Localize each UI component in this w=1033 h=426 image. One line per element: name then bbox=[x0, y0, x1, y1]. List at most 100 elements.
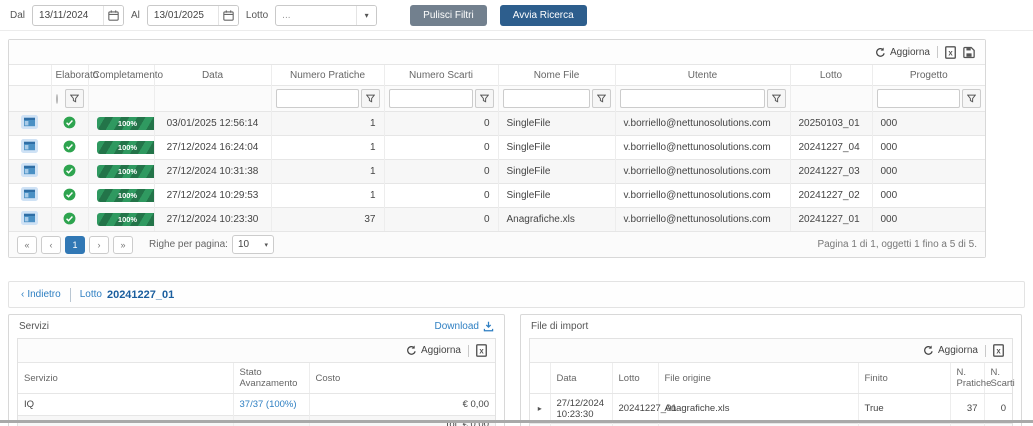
calendar-icon[interactable] bbox=[218, 5, 238, 26]
cell-nome-file: SingleFile bbox=[498, 184, 615, 208]
open-detail-button[interactable] bbox=[21, 139, 38, 153]
pager-first-button[interactable]: « bbox=[17, 236, 37, 254]
back-link[interactable]: ‹ Indietro bbox=[21, 289, 61, 300]
cell-scarti: 0 bbox=[384, 112, 498, 136]
servizi-toolbar: Aggiorna x bbox=[18, 339, 495, 362]
utente-filter-input[interactable] bbox=[620, 89, 765, 108]
filter-funnel-icon[interactable] bbox=[767, 89, 786, 108]
open-detail-button[interactable] bbox=[21, 187, 38, 201]
clear-filters-button[interactable]: Pulisci Filtri bbox=[410, 5, 487, 26]
cell-progetto: 000 bbox=[872, 112, 985, 136]
import-toolbar: Aggiorna x bbox=[530, 339, 1012, 362]
export-excel-icon[interactable]: x bbox=[993, 344, 1004, 357]
cell-scarti: 0 bbox=[384, 208, 498, 232]
export-excel-icon[interactable]: x bbox=[945, 46, 956, 59]
filter-funnel-icon[interactable] bbox=[65, 89, 84, 108]
refresh-icon bbox=[406, 345, 417, 356]
filter-funnel-icon[interactable] bbox=[962, 89, 981, 108]
svg-text:x: x bbox=[479, 347, 484, 356]
table-row: 100% 27/12/2024 10:31:38 1 0 SingleFile … bbox=[9, 160, 985, 184]
open-detail-button[interactable] bbox=[21, 163, 38, 177]
rows-per-page-label: Righe per pagina: bbox=[149, 239, 228, 250]
download-icon bbox=[483, 321, 494, 332]
date-to-input[interactable] bbox=[148, 10, 218, 21]
search-button[interactable]: Avvia Ricerca bbox=[500, 5, 587, 26]
cell-scarti: 0 bbox=[384, 184, 498, 208]
header-row: Elaborato Completamento Data Numero Prat… bbox=[9, 65, 985, 86]
col-stato-avanzamento: Stato Avanzamento bbox=[233, 363, 309, 394]
results-card: Aggiorna x Elaborato Completamento Data … bbox=[8, 39, 986, 258]
expand-row-icon[interactable]: ▸ bbox=[538, 404, 542, 413]
cell-progetto: 000 bbox=[872, 208, 985, 232]
filter-funnel-icon[interactable] bbox=[475, 89, 494, 108]
col-data: Data bbox=[154, 65, 271, 86]
lotto-detail-value: 20241227_01 bbox=[107, 289, 174, 301]
pager-last-button[interactable]: » bbox=[113, 236, 133, 254]
processed-check-icon bbox=[63, 145, 76, 156]
nome-file-filter-input[interactable] bbox=[503, 89, 590, 108]
progetto-filter-input[interactable] bbox=[877, 89, 961, 108]
calendar-icon[interactable] bbox=[103, 5, 123, 26]
filter-funnel-icon[interactable] bbox=[592, 89, 611, 108]
processed-check-icon bbox=[63, 193, 76, 204]
cell-nome-file: Anagrafiche.xls bbox=[498, 208, 615, 232]
col-lotto: Lotto bbox=[790, 65, 872, 86]
completion-progressbar: 100% bbox=[97, 213, 155, 226]
refresh-button[interactable]: Aggiorna bbox=[923, 345, 978, 356]
numero-scarti-filter-input[interactable] bbox=[389, 89, 473, 108]
lotto-combobox-value: ... bbox=[276, 10, 296, 21]
col-costo: Costo bbox=[309, 363, 495, 394]
servizi-title: Servizi bbox=[19, 321, 49, 332]
save-export-icon[interactable] bbox=[963, 46, 975, 59]
cell-lotto: 20241227_01 bbox=[790, 208, 872, 232]
lotto-combobox[interactable]: ... ▾ bbox=[275, 5, 377, 26]
cell-lotto: 20250103_01 bbox=[790, 112, 872, 136]
cell-progetto: 000 bbox=[872, 136, 985, 160]
cell-nome-file: SingleFile bbox=[498, 112, 615, 136]
pager-prev-button[interactable]: ‹ bbox=[41, 236, 61, 254]
pager-next-button[interactable]: › bbox=[89, 236, 109, 254]
open-detail-button[interactable] bbox=[21, 211, 38, 225]
refresh-button[interactable]: Aggiorna bbox=[406, 345, 461, 356]
cell-data: 27/12/2024 16:24:04 bbox=[154, 136, 271, 160]
col-numero-scarti: Numero Scarti bbox=[384, 65, 498, 86]
table-row: 100% 27/12/2024 16:24:04 1 0 SingleFile … bbox=[9, 136, 985, 160]
pager-page-button[interactable]: 1 bbox=[65, 236, 85, 254]
cell-data: 27/12/2024 10:23:30 bbox=[550, 394, 612, 424]
col-progetto: Progetto bbox=[872, 65, 985, 86]
rows-per-page-select[interactable]: 10 ▾ bbox=[232, 235, 274, 254]
servizi-table: Servizio Stato Avanzamento Costo IQ 37/3… bbox=[18, 362, 495, 426]
export-excel-icon[interactable]: x bbox=[476, 344, 487, 357]
cell-data: 27/12/2024 10:23:30 bbox=[154, 208, 271, 232]
lotto-label: Lotto bbox=[246, 10, 268, 21]
table-row: 100% 27/12/2024 10:23:30 37 0 Anagrafich… bbox=[9, 208, 985, 232]
filter-funnel-icon[interactable] bbox=[361, 89, 380, 108]
file-import-panel: File di import Aggiorna x bbox=[520, 314, 1022, 426]
processed-check-icon bbox=[63, 217, 76, 228]
numero-pratiche-filter-input[interactable] bbox=[276, 89, 359, 108]
header-row: Data Lotto File origine Finito N. Pratic… bbox=[530, 363, 1012, 394]
cell-utente: v.borriello@nettunosolutions.com bbox=[615, 136, 790, 160]
import-table: Data Lotto File origine Finito N. Pratic… bbox=[530, 362, 1012, 426]
results-toolbar: Aggiorna x bbox=[9, 40, 985, 64]
col-data: Data bbox=[550, 363, 612, 394]
cell-costo: € 0,00 bbox=[309, 394, 495, 416]
col-finito: Finito bbox=[858, 363, 950, 394]
download-link[interactable]: Download bbox=[435, 321, 494, 332]
cell-servizio: IQ bbox=[18, 394, 233, 416]
cell-pratiche: 1 bbox=[271, 112, 384, 136]
stato-avanzamento-link[interactable]: 37/37 (100%) bbox=[240, 399, 297, 410]
open-detail-button[interactable] bbox=[21, 115, 38, 129]
chevron-down-icon[interactable]: ▾ bbox=[356, 5, 376, 26]
cell-n-scarti: 0 bbox=[984, 394, 1012, 424]
date-from-input[interactable] bbox=[33, 10, 103, 21]
col-file-origine: File origine bbox=[658, 363, 858, 394]
refresh-button[interactable]: Aggiorna bbox=[875, 47, 930, 58]
col-nome-file: Nome File bbox=[498, 65, 615, 86]
table-row: ▸ 27/12/2024 10:23:30 20241227_01 Anagra… bbox=[530, 394, 1012, 424]
detail-panels: Servizi Download Aggiorna x bbox=[8, 314, 1025, 426]
header-row: Servizio Stato Avanzamento Costo bbox=[18, 363, 495, 394]
elaborato-filter-checkbox[interactable] bbox=[56, 94, 58, 104]
processed-check-icon bbox=[63, 169, 76, 180]
cell-scarti: 0 bbox=[384, 160, 498, 184]
